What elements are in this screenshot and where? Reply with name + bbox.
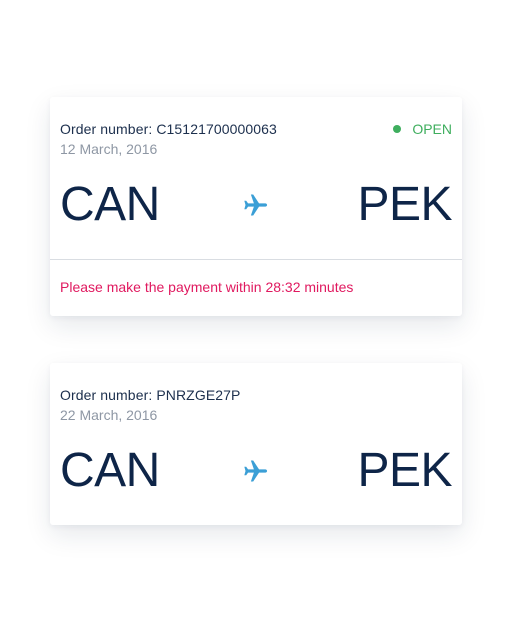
order-date: 12 March, 2016 bbox=[60, 141, 158, 157]
status-badge: OPEN bbox=[393, 121, 452, 137]
card-divider bbox=[50, 259, 462, 260]
flight-route: CAN PEK bbox=[60, 443, 452, 499]
order-card[interactable]: Order number: C15121700000063 OPEN 12 Ma… bbox=[50, 97, 462, 316]
arrival-airport-code: PEK bbox=[357, 178, 452, 231]
payment-deadline-notice: Please make the payment within 28:32 min… bbox=[60, 279, 354, 295]
status-dot-icon bbox=[393, 125, 402, 133]
airplane-icon bbox=[242, 191, 270, 219]
departure-airport-code: CAN bbox=[60, 444, 160, 497]
airplane-icon bbox=[242, 457, 270, 485]
order-date: 22 March, 2016 bbox=[60, 407, 158, 423]
order-header: Order number: C15121700000063 OPEN bbox=[60, 121, 452, 139]
status-label: OPEN bbox=[412, 121, 452, 137]
arrival-airport-code: PEK bbox=[357, 444, 452, 497]
orders-page: Order number: C15121700000063 OPEN 12 Ma… bbox=[0, 0, 514, 620]
order-number: Order number: C15121700000063 bbox=[60, 121, 277, 137]
departure-airport-code: CAN bbox=[60, 178, 160, 231]
order-card[interactable]: Order number: PNRZGE27P 22 March, 2016 C… bbox=[50, 363, 462, 525]
flight-route: CAN PEK bbox=[60, 177, 452, 233]
order-number: Order number: PNRZGE27P bbox=[60, 387, 241, 403]
order-header: Order number: PNRZGE27P bbox=[60, 387, 452, 405]
